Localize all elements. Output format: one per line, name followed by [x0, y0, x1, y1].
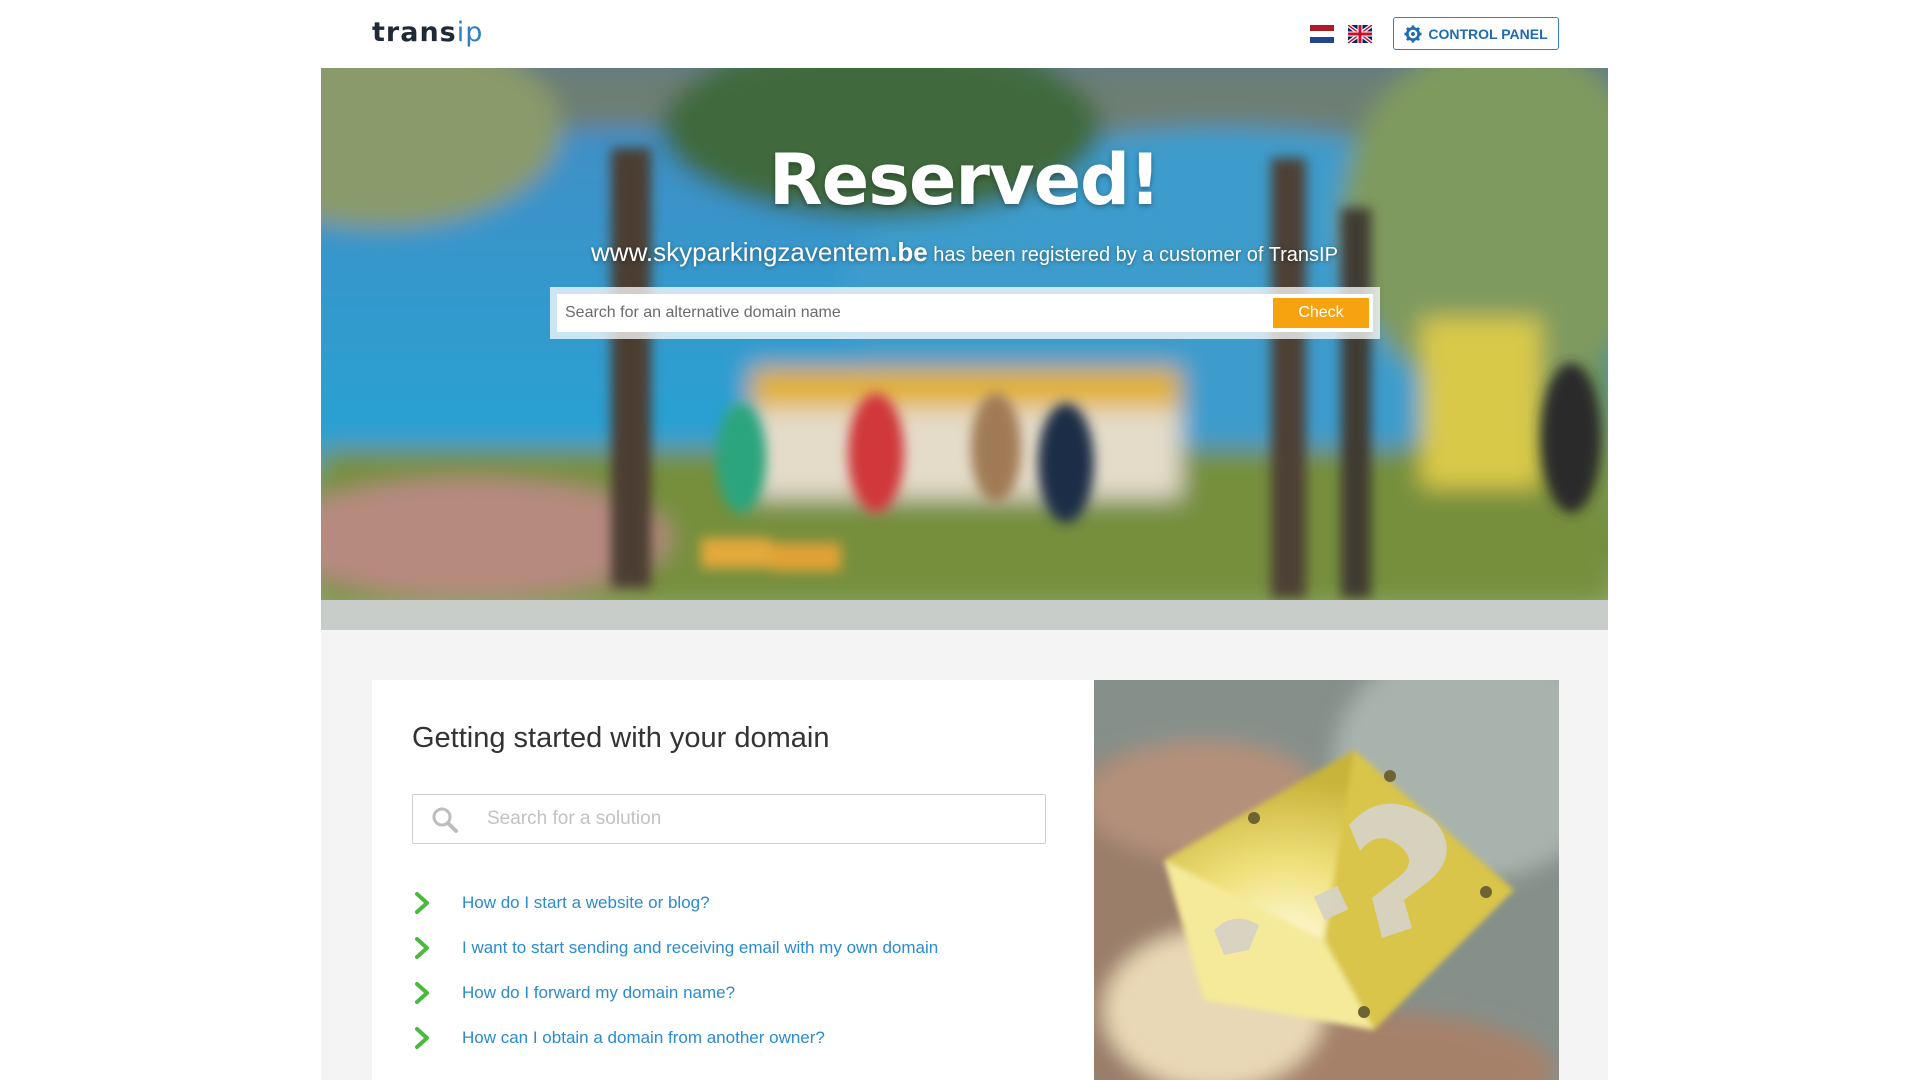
- solution-search-input[interactable]: [485, 795, 1035, 843]
- chevron-right-icon: [415, 981, 429, 1004]
- control-panel-button[interactable]: CONTROL PANEL: [1393, 17, 1559, 50]
- getting-started-title: Getting started with your domain: [412, 722, 830, 754]
- control-panel-label: CONTROL PANEL: [1428, 25, 1548, 42]
- faq-item-forward[interactable]: How do I forward my domain name?: [412, 970, 1052, 1015]
- domain-search-bar: Check: [550, 287, 1380, 339]
- logo-accent-text: ip: [456, 17, 484, 48]
- getting-started-card: Getting started with your domain How do …: [372, 680, 1094, 1080]
- top-bar: transip CONTROL PANEL: [0, 0, 1920, 68]
- logo-main-text: trans: [372, 17, 457, 48]
- hero-bottom-strip: [321, 600, 1608, 630]
- faq-item-email[interactable]: I want to start sending and receiving em…: [412, 925, 1052, 970]
- solution-search-box: [412, 794, 1046, 844]
- hero-title: Reserved!: [768, 139, 1161, 221]
- reserved-domain-tld: .be: [890, 237, 928, 267]
- search-icon: [432, 807, 458, 833]
- faq-link-forward[interactable]: How do I forward my domain name?: [462, 983, 735, 1003]
- registered-by-text: has been registered by a customer of Tra…: [927, 244, 1338, 266]
- domain-search-input[interactable]: [557, 294, 1262, 332]
- chevron-right-icon: [415, 936, 429, 959]
- registration-notice: www.skyparkingzaventem.be has been regis…: [321, 236, 1608, 271]
- gear-icon: [1404, 24, 1422, 43]
- chevron-right-icon: [415, 1026, 429, 1049]
- faq-item-website[interactable]: How do I start a website or blog?: [412, 880, 1052, 925]
- language-dutch-flag-icon[interactable]: [1310, 25, 1334, 43]
- faq-link-obtain[interactable]: How can I obtain a domain from another o…: [462, 1028, 825, 1048]
- check-button[interactable]: Check: [1273, 298, 1369, 328]
- language-english-flag-icon[interactable]: [1348, 25, 1372, 43]
- faq-link-email[interactable]: I want to start sending and receiving em…: [462, 938, 938, 958]
- faq-link-website[interactable]: How do I start a website or blog?: [462, 893, 710, 913]
- transip-logo[interactable]: transip: [372, 18, 483, 48]
- faq-list: How do I start a website or blog? I want…: [412, 880, 1052, 1060]
- question-block-image: [1094, 680, 1559, 1080]
- reserved-domain-name: www.skyparkingzaventem: [591, 237, 891, 267]
- chevron-right-icon: [415, 891, 429, 914]
- domain-search-box: Check: [557, 294, 1373, 332]
- faq-item-obtain[interactable]: How can I obtain a domain from another o…: [412, 1015, 1052, 1060]
- question-block-photo: [1094, 680, 1559, 1080]
